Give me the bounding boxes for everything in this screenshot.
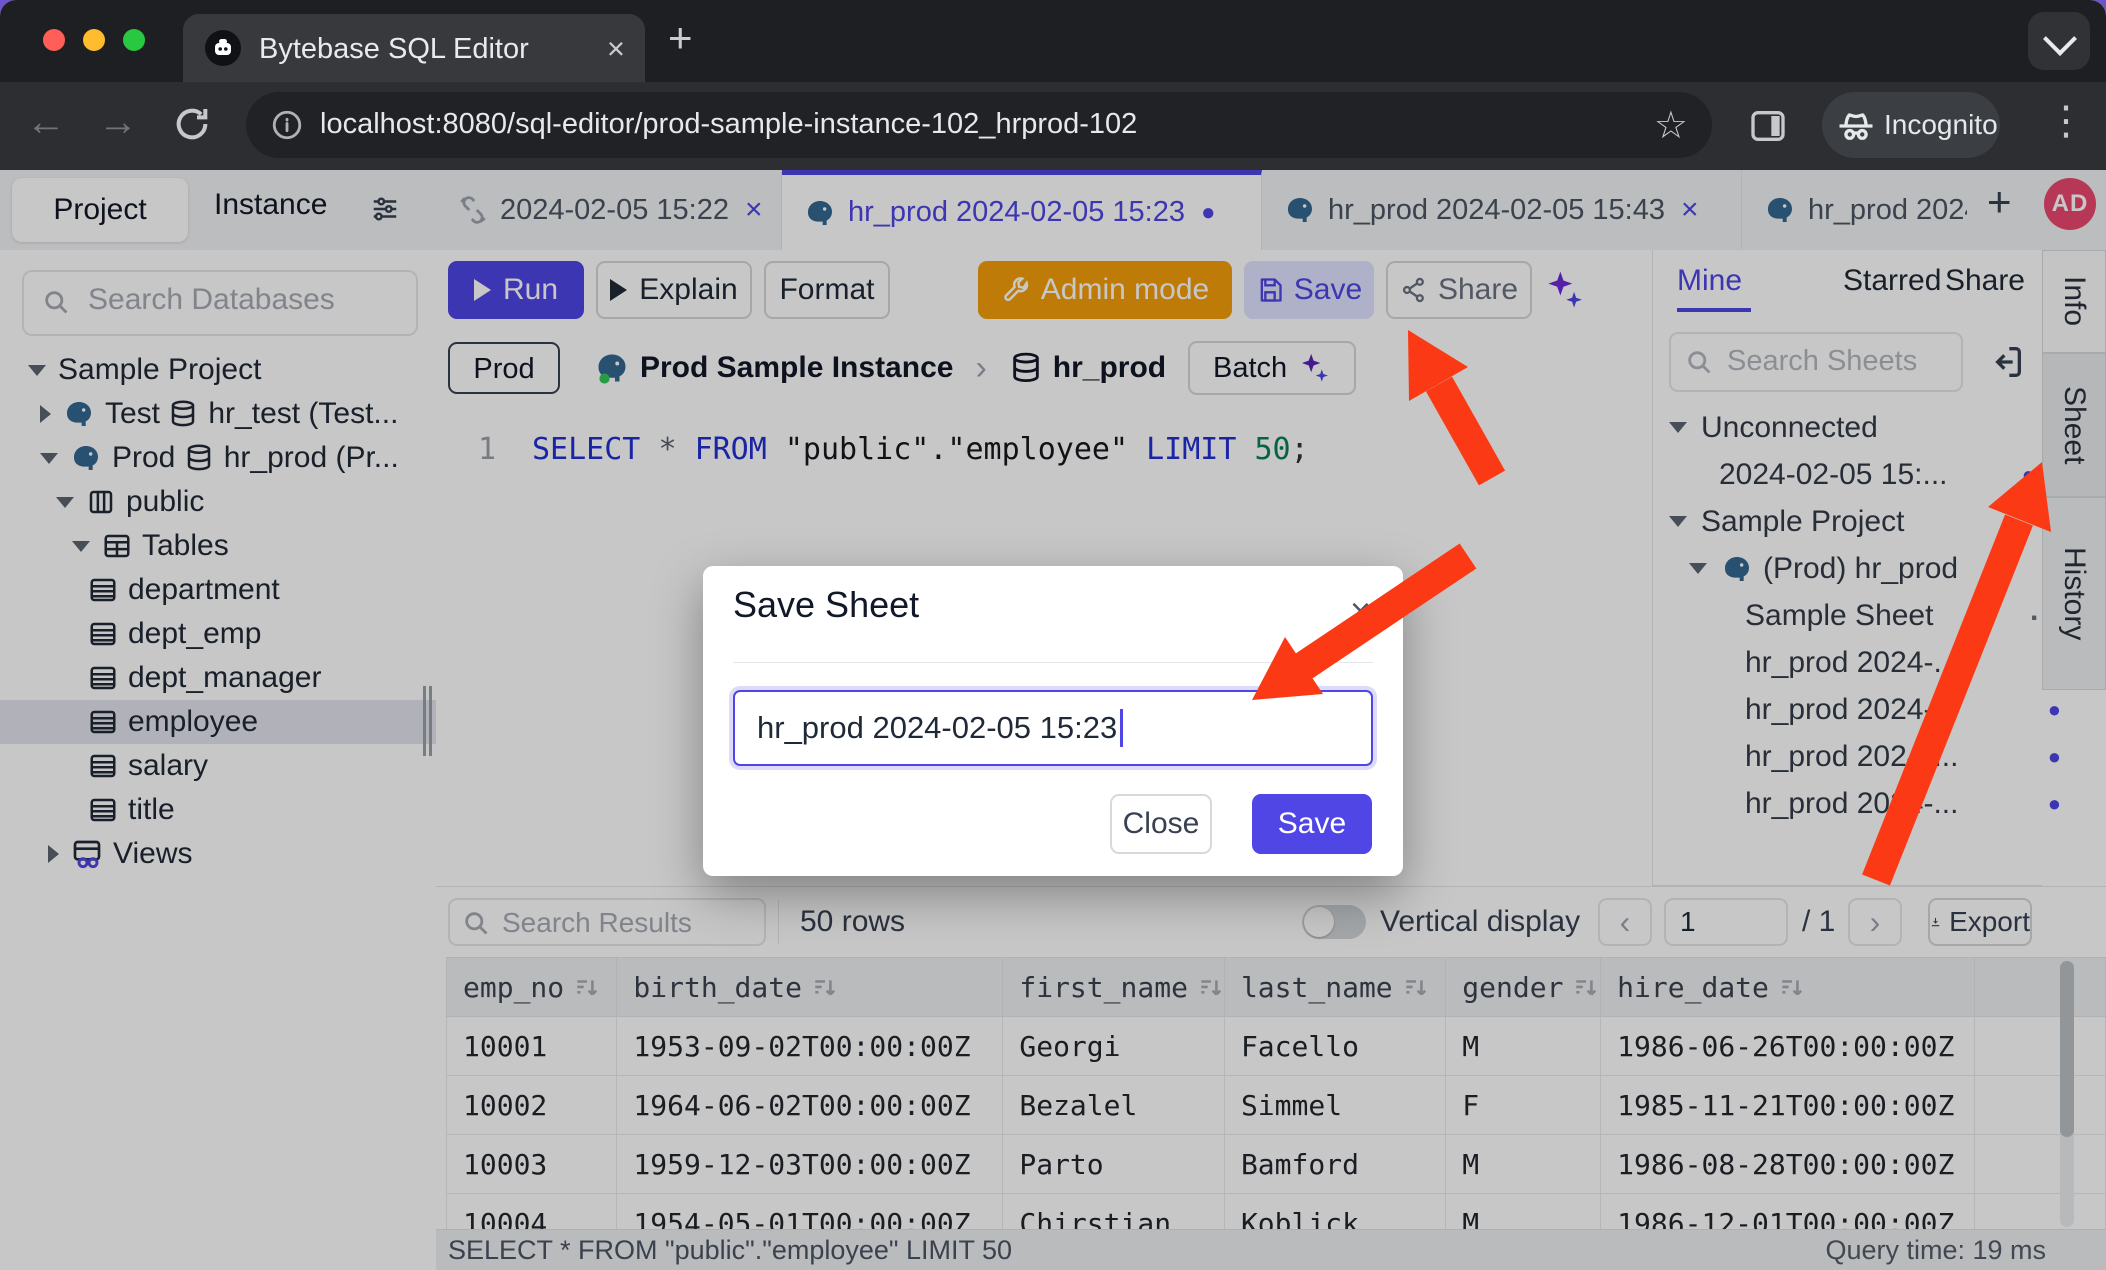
sheet-name-input[interactable]: hr_prod 2024-02-05 15:23 [733, 690, 1373, 766]
dialog-close-button[interactable]: Close [1110, 794, 1212, 854]
side-panel-icon[interactable] [1748, 106, 1788, 146]
new-tab-button[interactable]: + [668, 14, 693, 62]
browser-window: Bytebase SQL Editor × + ← → localhost:80… [0, 0, 2106, 1270]
address-bar[interactable]: localhost:8080/sql-editor/prod-sample-in… [246, 92, 1712, 158]
incognito-label: Incognito [1884, 109, 1998, 141]
bytebase-favicon-icon [205, 30, 241, 66]
incognito-badge: Incognito [1822, 92, 2000, 158]
sheet-name-value: hr_prod 2024-02-05 15:23 [757, 710, 1117, 746]
close-tab-icon[interactable]: × [607, 31, 625, 67]
dialog-save-button[interactable]: Save [1252, 794, 1372, 854]
chevron-down-icon [2043, 22, 2077, 56]
browser-toolbar: ← → localhost:8080/sql-editor/prod-sampl… [0, 82, 2106, 170]
divider [733, 662, 1373, 663]
dialog-title: Save Sheet [733, 584, 919, 626]
browser-menu-icon[interactable]: ⋮ [2046, 98, 2086, 144]
save-sheet-dialog: Save Sheet × hr_prod 2024-02-05 15:23 Cl… [703, 566, 1403, 876]
back-icon[interactable]: ← [26, 100, 66, 145]
zoom-window-button[interactable] [123, 29, 145, 51]
forward-icon[interactable]: → [98, 100, 138, 145]
incognito-icon [1834, 104, 1878, 148]
tab-search-button[interactable] [2028, 12, 2090, 70]
site-info-icon[interactable] [270, 108, 304, 142]
screen: Bytebase SQL Editor × + ← → localhost:80… [0, 0, 2106, 1270]
minimize-window-button[interactable] [83, 29, 105, 51]
browser-tab-title: Bytebase SQL Editor [259, 33, 529, 66]
browser-tab[interactable]: Bytebase SQL Editor × [183, 14, 645, 82]
bookmark-star-icon[interactable]: ☆ [1654, 103, 1688, 148]
reload-icon[interactable] [172, 104, 212, 154]
close-window-button[interactable] [43, 29, 65, 51]
browser-titlebar: Bytebase SQL Editor × + [0, 0, 2106, 82]
close-icon[interactable]: × [1350, 590, 1371, 632]
url-text[interactable]: localhost:8080/sql-editor/prod-sample-in… [320, 108, 1137, 141]
text-cursor [1120, 709, 1123, 747]
